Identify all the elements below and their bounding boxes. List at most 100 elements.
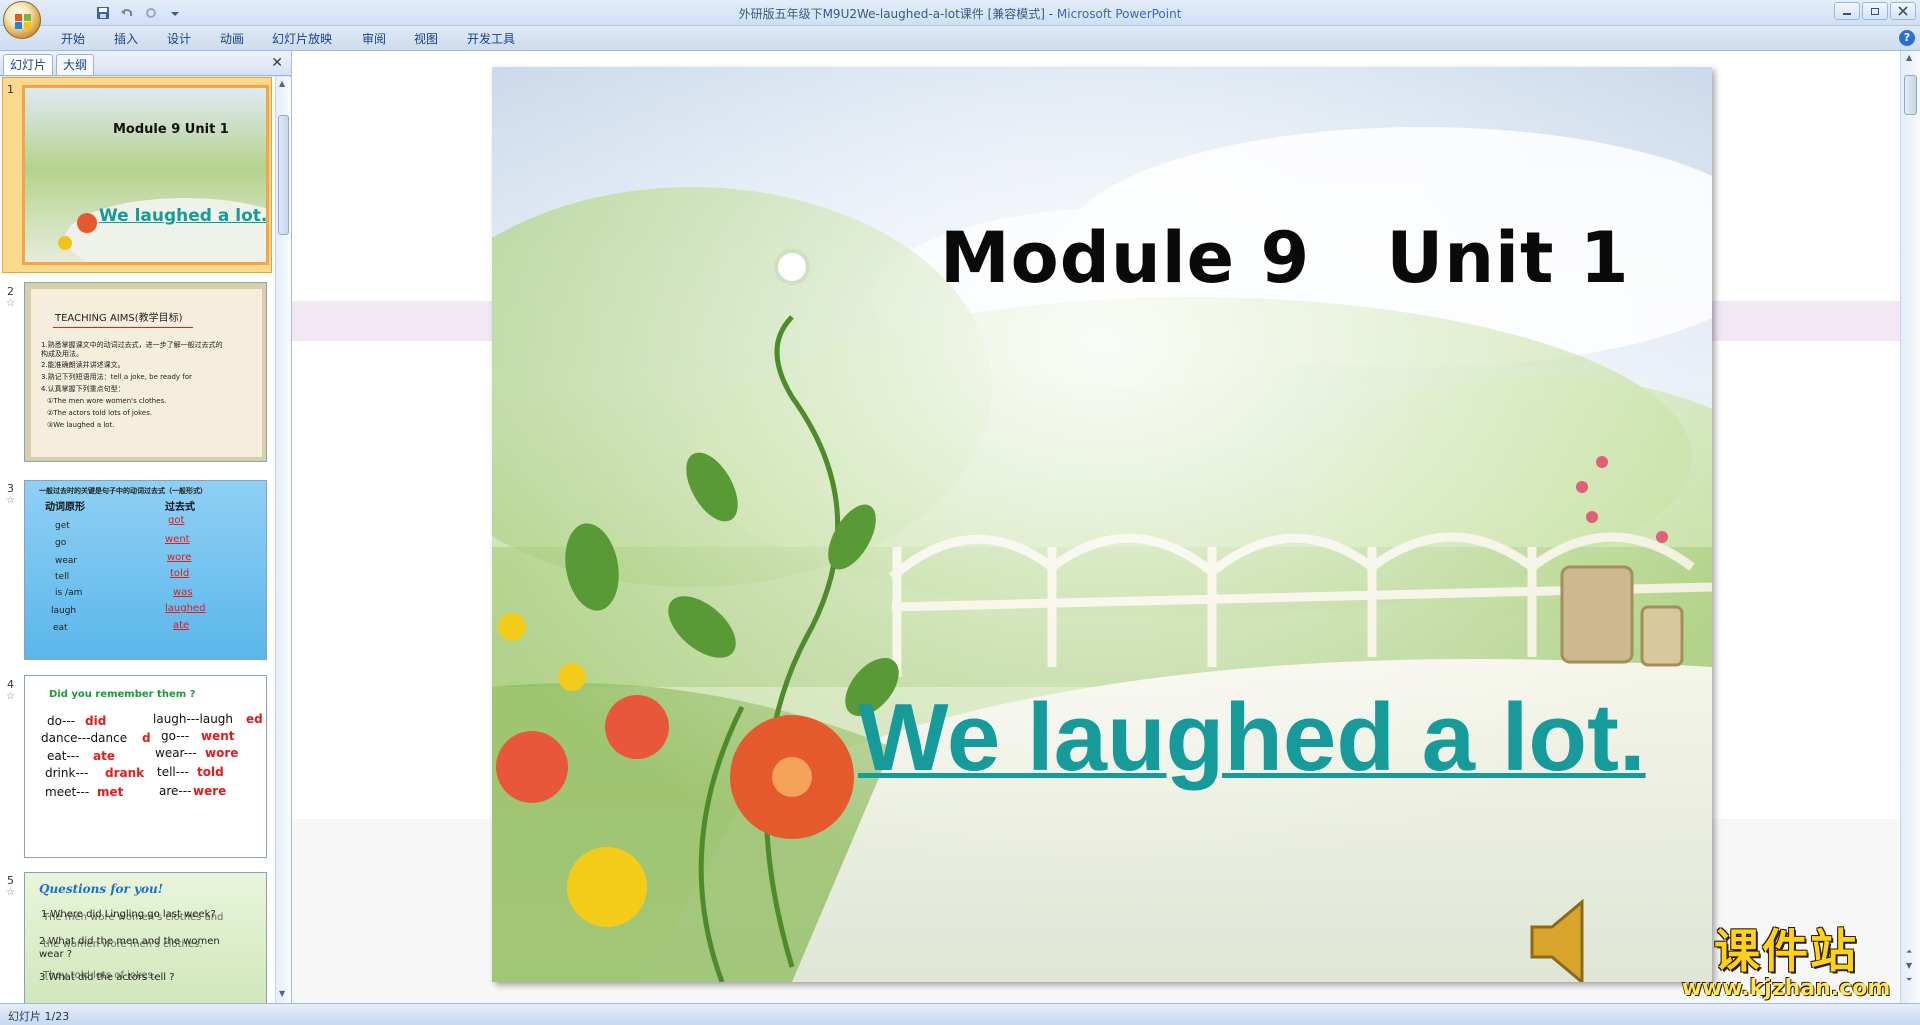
verb-base: do--- <box>47 714 76 728</box>
slide-thumbnail-5[interactable]: Questions for you! 1.Where did Lingling … <box>24 872 267 1003</box>
slide-2-line: 3.熟记下列短语用法：tell a joke, be ready for <box>41 373 192 381</box>
slide-2-line: 2.能准确朗读并讲述课文。 <box>41 361 125 369</box>
scroll-up-icon[interactable]: ▲ <box>279 79 285 88</box>
office-logo-icon <box>15 14 31 29</box>
slide-1-title: Module 9 Unit 1 <box>113 122 229 137</box>
slides-pane: 幻灯片 大纲 ✕ 1 Module 9 Unit 1 We laughed a … <box>0 51 291 1003</box>
verb-base: tell--- <box>157 765 189 779</box>
minimize-button[interactable] <box>1834 2 1860 20</box>
tab-design[interactable]: 设计 <box>167 30 191 47</box>
table-cell: tell <box>55 572 70 582</box>
watermark-logo: 课件站 www.kjzhan.com <box>1672 925 1900 1003</box>
question-line: wear ? <box>39 949 73 960</box>
slide-thumbnail-4[interactable]: Did you remember them ? do--- did dance-… <box>24 675 267 858</box>
answer-overlay-line: They told lots of jokes. <box>43 970 156 981</box>
previous-slide-icon[interactable]: ⏶ <box>1906 947 1912 957</box>
close-icon <box>1898 6 1908 16</box>
slide-title[interactable]: Module 9 Unit 1 <box>940 217 1640 299</box>
table-cell: eat <box>53 623 68 633</box>
tab-insert[interactable]: 插入 <box>114 30 138 47</box>
table-cell: told <box>170 568 190 579</box>
table-cell: wore <box>167 552 192 563</box>
scrollbar-thumb[interactable] <box>1904 75 1917 115</box>
heading-underline <box>53 327 193 328</box>
table-cell: go <box>55 538 67 548</box>
verb-base: laugh---laugh <box>153 712 234 726</box>
verb-base: wear--- <box>155 746 197 760</box>
slide-thumbnail-2[interactable]: TEACHING AIMS(教学目标) 1.熟悉掌握课文中的动词过去式，进一步了… <box>24 282 267 462</box>
animation-star-icon: ☆ <box>6 887 15 898</box>
document-title: 外研版五年级下M9U2We-laughed-a-lot课件 [兼容模式] <box>738 7 1045 21</box>
office-button[interactable] <box>3 1 41 39</box>
scroll-down-icon[interactable]: ▼ <box>1906 961 1912 970</box>
verb-base: eat--- <box>47 749 80 763</box>
verb-base: meet--- <box>45 785 90 799</box>
verb-base: drink--- <box>45 766 89 780</box>
next-slide-icon[interactable]: ⏷ <box>1906 975 1912 985</box>
tab-developer[interactable]: 开发工具 <box>467 30 515 47</box>
close-icon[interactable]: ✕ <box>271 55 283 71</box>
slide-thumbnail-3[interactable]: 一般过去时的关键是句子中的动词过去式（一般形式） 动词原形 过去式 get go… <box>24 480 267 660</box>
restore-icon <box>1871 8 1879 15</box>
slide-3-col1: 动词原形 <box>45 502 85 513</box>
watermark-url: www.kjzhan.com <box>1681 976 1891 1001</box>
table-cell: went <box>165 534 190 545</box>
watermark-text: 课件站 <box>1714 924 1858 978</box>
verb-past: d <box>142 731 151 745</box>
slides-pane-scrollbar[interactable]: ▲ ▼ <box>275 77 291 1003</box>
slide-3-heading: 一般过去时的关键是句子中的动词过去式（一般形式） <box>39 487 207 495</box>
scrollbar-thumb[interactable] <box>278 115 289 235</box>
window-controls <box>1834 2 1916 20</box>
answer-overlay-line: The men wore women's clothes and <box>43 912 224 923</box>
app-name: Microsoft PowerPoint <box>1056 7 1182 21</box>
verb-base: are--- <box>159 784 192 798</box>
window-title: 外研版五年级下M9U2We-laughed-a-lot课件 [兼容模式] - M… <box>0 5 1920 22</box>
ribbon-tab-bar: 开始 插入 设计 动画 幻灯片放映 审阅 视图 开发工具 <box>0 26 1920 51</box>
close-button[interactable] <box>1890 2 1916 20</box>
verb-past: ate <box>93 749 115 763</box>
verb-base: go--- <box>161 729 190 743</box>
title-bar: 外研版五年级下M9U2We-laughed-a-lot课件 [兼容模式] - M… <box>0 0 1920 26</box>
current-slide[interactable]: Module 9 Unit 1 We laughed a lot. <box>492 67 1712 982</box>
editor-vertical-scrollbar[interactable]: ▲ ⏶ ▼ ⏷ <box>1900 51 1920 1003</box>
table-cell: ate <box>173 620 190 631</box>
slide-3-col2: 过去式 <box>165 502 195 513</box>
slide-4-heading: Did you remember them ? <box>49 689 196 700</box>
minimize-icon <box>1843 13 1851 15</box>
slide-number: 1 <box>7 83 14 96</box>
slide-2-line: ③We laughed a lot. <box>47 421 115 429</box>
slide-number: 5 <box>7 874 14 887</box>
slide-number: 3 <box>7 482 14 495</box>
status-bar: 幻灯片 1/23 <box>0 1003 1920 1025</box>
slide-5-heading: Questions for you! <box>39 882 163 896</box>
tab-slides[interactable]: 幻灯片 <box>3 54 54 75</box>
table-cell: wear <box>55 556 78 566</box>
slide-thumbnail-1[interactable]: Module 9 Unit 1 We laughed a lot. <box>22 85 269 265</box>
table-cell: get <box>55 521 70 531</box>
verb-past: drank <box>105 766 145 780</box>
slide-number: 4 <box>7 678 14 691</box>
tab-animations[interactable]: 动画 <box>220 30 244 47</box>
tab-view[interactable]: 视图 <box>414 30 438 47</box>
tab-home[interactable]: 开始 <box>61 30 85 47</box>
slide-background-illustration <box>492 67 1712 982</box>
restore-button[interactable] <box>1862 2 1888 20</box>
scroll-down-icon[interactable]: ▼ <box>279 989 285 998</box>
help-icon: ? <box>1903 31 1911 44</box>
animation-star-icon: ☆ <box>6 495 15 506</box>
animation-star-icon: ☆ <box>6 691 15 702</box>
verb-past: wore <box>205 746 239 760</box>
scroll-up-icon[interactable]: ▲ <box>1906 53 1912 62</box>
slide-2-line: 4.认真掌握下列重点句型： <box>41 385 125 393</box>
table-cell: laugh <box>51 606 77 616</box>
help-button[interactable]: ? <box>1899 30 1915 46</box>
tab-outline[interactable]: 大纲 <box>56 54 95 75</box>
slide-2-heading: TEACHING AIMS(教学目标) <box>55 313 183 324</box>
table-cell: laughed <box>165 603 206 614</box>
slide-thumbnail-list: 1 Module 9 Unit 1 We laughed a lot. 2 ☆ … <box>0 77 275 1003</box>
slide-subtitle[interactable]: We laughed a lot. <box>858 683 1646 793</box>
slide-1-background <box>25 88 266 262</box>
verb-past: told <box>197 765 224 779</box>
tab-slide-show[interactable]: 幻灯片放映 <box>272 30 332 47</box>
tab-review[interactable]: 审阅 <box>362 30 386 47</box>
